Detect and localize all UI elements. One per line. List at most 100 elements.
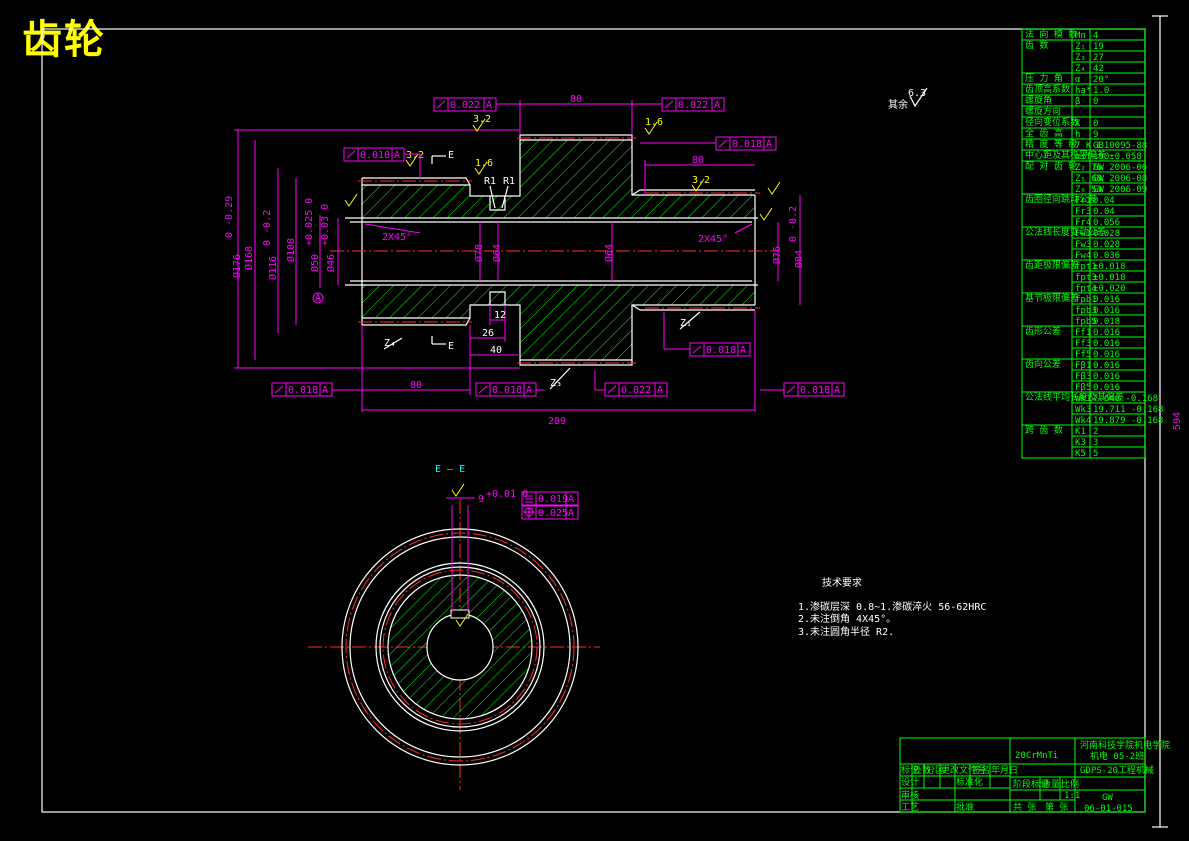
svg-text:第 张: 第 张: [1045, 801, 1068, 813]
sheet-size-label: 594: [1172, 412, 1183, 430]
svg-text:设计: 设计: [901, 776, 919, 788]
param-name: 跨 齿 数: [1025, 424, 1063, 436]
svg-text:0.025: 0.025: [538, 508, 568, 519]
param-name: 齿向公差: [1025, 358, 1061, 370]
svg-text:0.019: 0.019: [538, 494, 568, 505]
param-row: 全 齿 高h9: [1025, 127, 1098, 140]
svg-text:A: A: [834, 385, 840, 396]
svg-text:共 张: 共 张: [1013, 802, 1036, 813]
tol-frame-3: 0.018 A: [715, 136, 777, 151]
title-drawing-name: GDPS-20工程机械: [1080, 764, 1154, 776]
tol-frame-position: 0.025 A: [521, 505, 579, 520]
dim-dia-64a: Ø64: [491, 244, 503, 262]
dim-len-12: 12: [494, 310, 506, 321]
param-row: 法 向 模 数Mn 4: [1025, 28, 1098, 41]
svg-text:A: A: [766, 139, 772, 150]
svg-text:0.022: 0.022: [621, 385, 651, 396]
dim-dia-108: Ø108: [285, 238, 297, 262]
dim-dia-50: Ø50: [309, 254, 321, 272]
key-width-label: 9: [478, 494, 484, 505]
svg-text:0.018: 0.018: [706, 345, 736, 356]
radius-label-b: R1: [503, 176, 515, 187]
param-name: 螺旋方向: [1025, 105, 1061, 117]
tol-frame-symmetry: 0.019 A: [521, 491, 579, 506]
title-material: 20CrMnTi: [1015, 751, 1058, 761]
dim-dia-46-tol: +0.03 0: [320, 204, 331, 246]
param-symbol: K5: [1075, 449, 1086, 459]
svg-text:0.018: 0.018: [288, 385, 318, 396]
title-class: 机电 05-2班: [1090, 750, 1144, 762]
svg-text:A: A: [322, 385, 328, 396]
svg-text:比例: 比例: [1061, 778, 1079, 790]
dim-dia-168: Ø168: [243, 246, 255, 270]
param-row: 精 度 等 级7 K LGB10095-88: [1025, 138, 1147, 151]
svg-text:A: A: [568, 508, 574, 519]
svg-text:A: A: [714, 100, 720, 111]
tol-frame-1: 0.022 A: [433, 97, 497, 112]
tol-frame-6: 0.018 A: [271, 382, 333, 397]
tol-frame-2: 0.022 A: [661, 97, 725, 112]
svg-text:1.6: 1.6: [645, 117, 663, 128]
param-row: 径向变位系数X 0: [1025, 116, 1098, 129]
svg-text:0.018: 0.018: [800, 385, 830, 396]
chamfer-left-label: 2X45°: [382, 232, 412, 243]
param-row: 公法线平均长度及其偏差Wk1 7.646 -0.168: [1025, 391, 1158, 404]
tech-req-heading: 技术要求: [822, 576, 862, 589]
rest-roughness-value: 6.3: [908, 88, 926, 99]
svg-text:年月日: 年月日: [991, 764, 1018, 776]
svg-text:0.022: 0.022: [678, 100, 708, 111]
param-name: 全 齿 高: [1025, 127, 1063, 139]
svg-text:0.018: 0.018: [492, 385, 522, 396]
dim-len-80-bottom: 80: [410, 380, 422, 391]
dim-dia-78: Ø78: [473, 244, 485, 262]
section-mark-e-bottom: E: [448, 341, 454, 352]
svg-text:A: A: [486, 100, 492, 111]
section-mark-e-top: E: [448, 150, 454, 161]
param-name: 基节极限偏差: [1025, 292, 1079, 304]
svg-text:0.018: 0.018: [360, 150, 390, 161]
svg-text:1.6: 1.6: [475, 158, 493, 169]
param-name: 齿 数: [1025, 39, 1048, 51]
param-name: 齿形公差: [1025, 325, 1061, 337]
param-name: 配 对 齿 轮: [1025, 160, 1077, 172]
param-row: 螺旋方向: [1025, 105, 1061, 117]
title-scale: 1:1: [1064, 791, 1080, 801]
param-name: 齿顶高系数: [1025, 83, 1070, 95]
svg-text:3.2: 3.2: [406, 150, 424, 161]
param-name: 精 度 等 级: [1025, 138, 1077, 150]
dim-len-40: 40: [490, 345, 502, 356]
svg-text:审核: 审核: [901, 789, 919, 801]
dim-len-80-right: 80: [692, 155, 704, 166]
tol-frame-8: 0.022 A: [604, 382, 668, 397]
param-name: 径向变位系数: [1025, 116, 1079, 128]
rest-roughness-label: 其余: [888, 98, 908, 111]
tech-req-item-2: 2.未注倒角 4X45°。: [798, 612, 896, 625]
param-name: 法 向 模 数: [1025, 28, 1077, 40]
title-code-2: 06-01-015: [1084, 804, 1133, 814]
section-title: E — E: [435, 464, 465, 475]
svg-text:工艺: 工艺: [901, 802, 919, 813]
dim-dia-176: Ø176: [231, 254, 243, 278]
gear-shaft-section-view: Ø176 0 -0.29 Ø168 Ø116 0 -0.2 Ø108 Ø50 +…: [224, 87, 928, 427]
tol-frame-4: 0.018 A: [343, 147, 405, 162]
title-block: 20CrMnTi 河南科技学院机电学院 机电 05-2班 GDPS-20工程机械…: [899, 737, 1170, 814]
dim-dia-50-tol: +0.025 0: [304, 198, 315, 246]
svg-text:A: A: [657, 385, 663, 396]
dim-dia-76: Ø76: [771, 246, 783, 264]
dim-dia-116-tol: 0 -0.2: [262, 210, 273, 246]
svg-text:签名: 签名: [972, 764, 990, 776]
svg-text:A: A: [526, 385, 532, 396]
param-value: 5: [1093, 449, 1098, 459]
dim-dia-176-tol: 0 -0.29: [224, 196, 235, 238]
dim-dia-84: Ø84: [793, 250, 805, 268]
dim-dia-116: Ø116: [267, 256, 279, 280]
tol-frame-7: 0.018 A: [475, 382, 537, 397]
section-e-e-view: E — E 9 +0.01 0 0.019 A 0.025 A: [308, 464, 600, 790]
datum-a-symbol: A: [315, 293, 321, 304]
param-name: 压 力 角: [1025, 72, 1063, 84]
dim-len-80-top: 80: [570, 94, 582, 105]
radius-label-a: R1: [484, 176, 496, 187]
dim-dia-46: Ø46: [325, 254, 337, 272]
param-name: 齿距极限偏差: [1025, 259, 1079, 271]
technical-requirements: 技术要求 1.渗碳层深 0.8~1.渗碳淬火 56-62HRC 2.未注倒角 4…: [798, 576, 986, 638]
